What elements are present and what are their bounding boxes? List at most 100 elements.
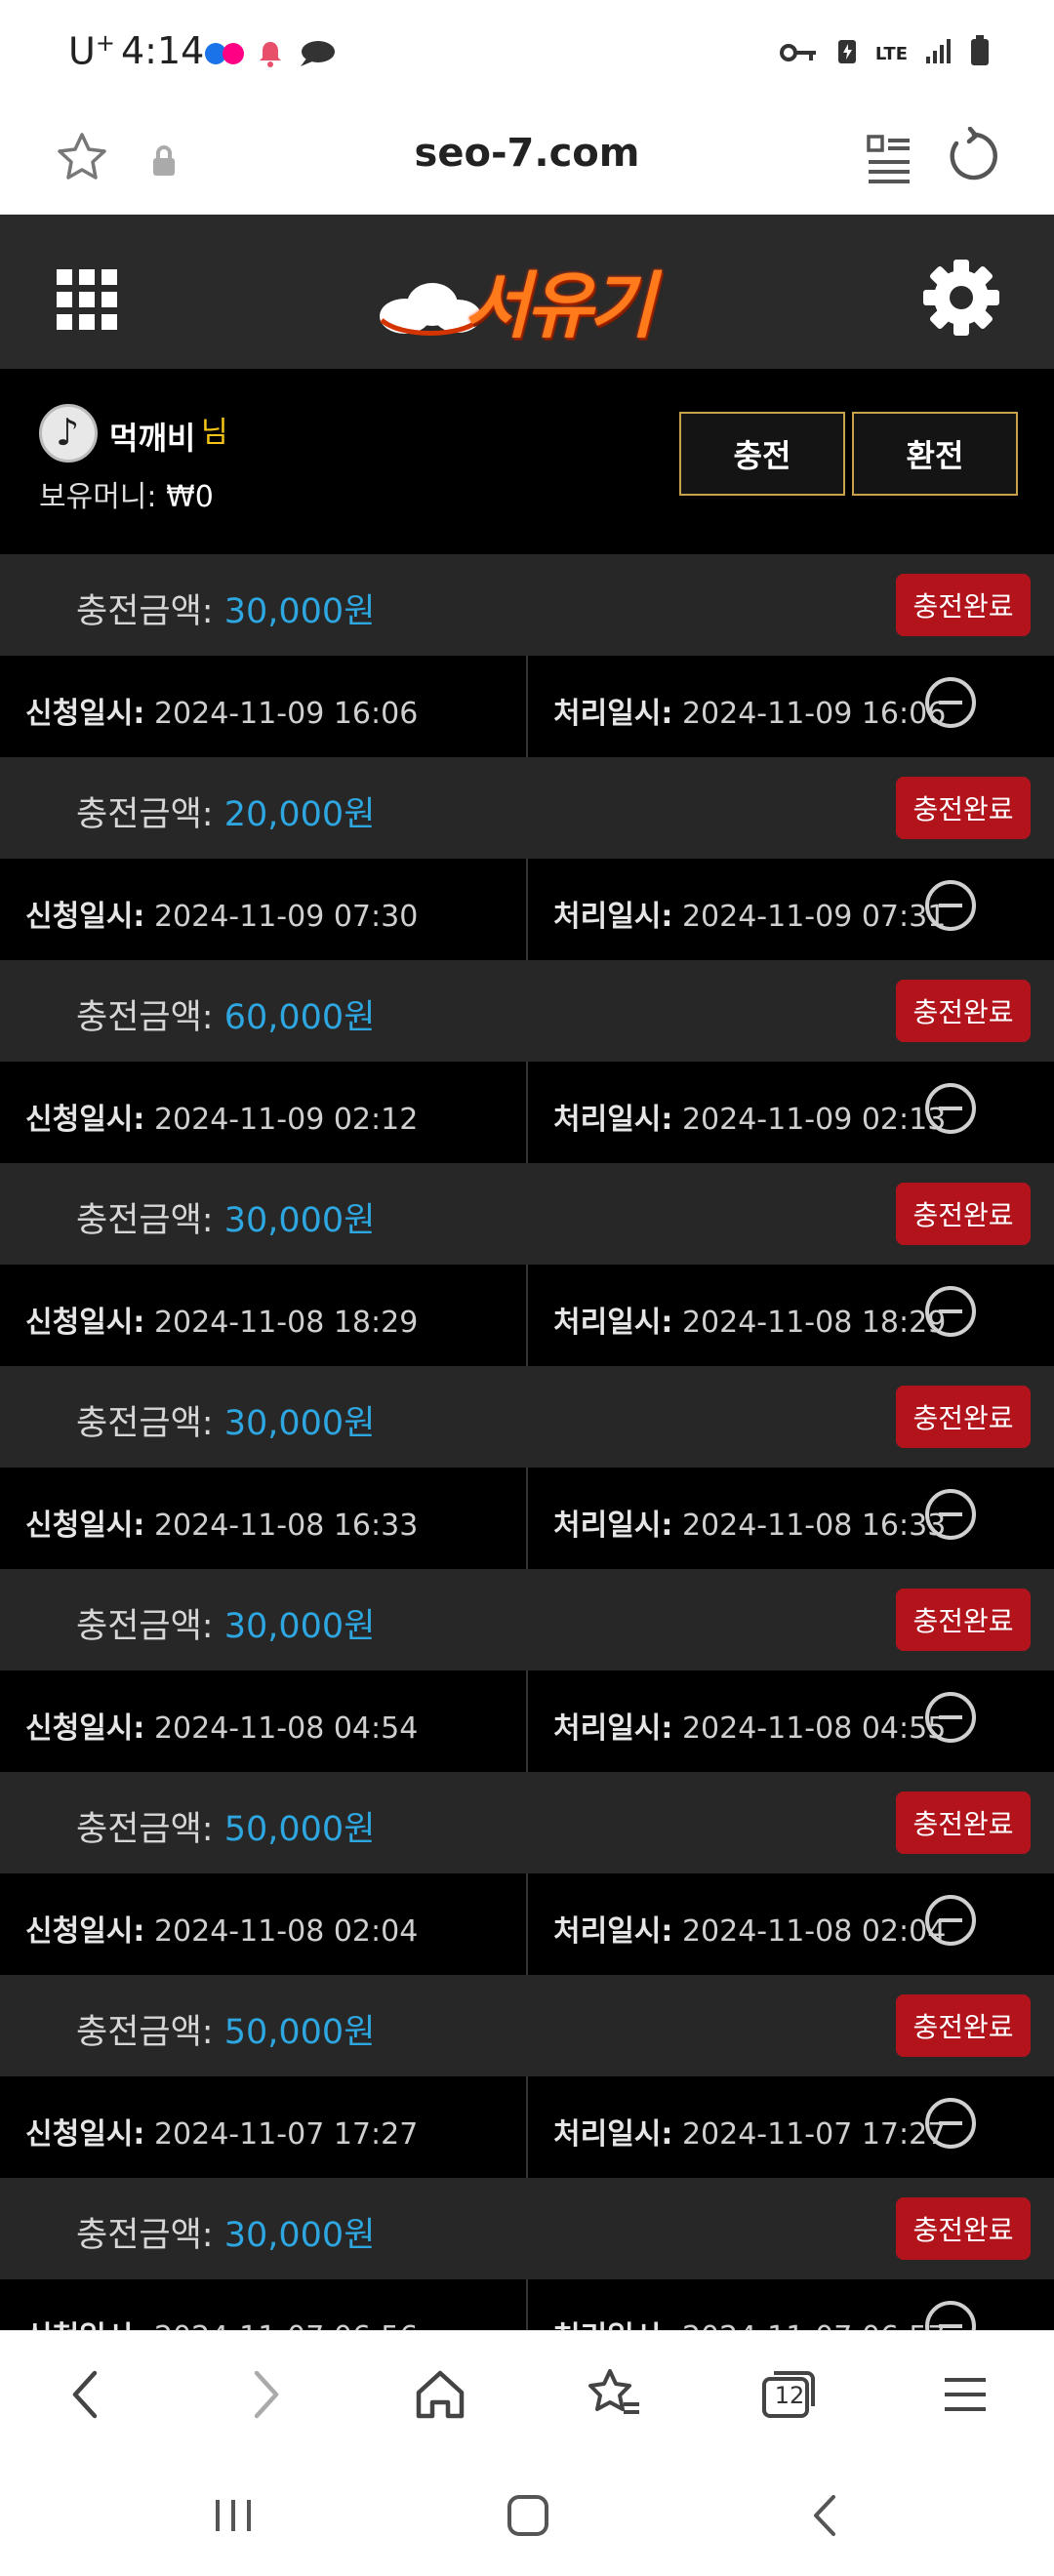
honorific: 님: [201, 416, 228, 450]
request-date: 2024-11-09 02:12: [153, 1103, 419, 1137]
list-item: 충전금액: 50,000원 충전완료 신청일시: 2024-11-08 02:0…: [0, 1772, 1054, 1975]
request-date-cell: 신청일시: 2024-11-09 02:12: [0, 1062, 526, 1163]
balance: 보유머니: ₩0: [39, 472, 214, 515]
request-date-cell: 신청일시: 2024-11-09 07:30: [0, 859, 526, 960]
process-date-cell: 처리일시: 2024-11-08 16:33: [526, 1468, 1054, 1569]
back-nav-icon[interactable]: [790, 2486, 859, 2545]
network-type: LTE: [874, 43, 908, 64]
amount-value: 30,000: [223, 1201, 345, 1240]
date-row: 신청일시: 2024-11-09 07:30 처리일시: 2024-11-09 …: [0, 859, 1054, 960]
home-icon[interactable]: [406, 2360, 474, 2429]
request-label: 신청일시:: [25, 2320, 144, 2330]
request-date-cell: 신청일시: 2024-11-08 02:04: [0, 1873, 526, 1975]
status-badge: 충전완료: [896, 1994, 1031, 2057]
amount-label: 충전금액:: [76, 2216, 214, 2255]
collapse-minus-icon[interactable]: [925, 2098, 976, 2149]
status-badge: 충전완료: [896, 1183, 1031, 1245]
collapse-minus-icon[interactable]: [925, 1286, 976, 1337]
back-icon[interactable]: [51, 2360, 119, 2429]
amount-text: 충전금액: 50,000원: [76, 1801, 375, 1851]
amount-value: 30,000: [223, 592, 345, 631]
settings-gear-icon[interactable]: [921, 258, 1001, 342]
process-label: 처리일시:: [553, 1509, 673, 1543]
amount-unit: 원: [344, 592, 376, 631]
exchange-button[interactable]: 환전: [852, 412, 1018, 496]
amount-unit: 원: [344, 1607, 376, 1646]
date-row: 신청일시: 2024-11-07 17:27 처리일시: 2024-11-07 …: [0, 2076, 1054, 2178]
date-row: 신청일시: 2024-11-08 04:54 처리일시: 2024-11-08 …: [0, 1670, 1054, 1772]
amount-row: 충전금액: 60,000원 충전완료: [0, 960, 1054, 1062]
process-label: 처리일시:: [553, 1306, 673, 1340]
process-date: 2024-11-09 07:31: [681, 900, 947, 934]
status-badge: 충전완료: [896, 574, 1031, 636]
status-badge: 충전완료: [896, 980, 1031, 1042]
forward-icon[interactable]: [232, 2360, 301, 2429]
tabs-icon[interactable]: 12: [755, 2360, 824, 2429]
process-date: 2024-11-08 16:33: [681, 1509, 947, 1543]
process-date-cell: 처리일시: 2024-11-07 06:57: [526, 2279, 1054, 2330]
process-label: 처리일시:: [553, 1914, 673, 1949]
amount-label: 충전금액:: [76, 1201, 214, 1240]
grid-menu-icon[interactable]: [57, 269, 117, 330]
amount-row: 충전금액: 50,000원 충전완료: [0, 1975, 1054, 2076]
home-nav-icon[interactable]: [494, 2486, 562, 2545]
collapse-minus-icon[interactable]: [925, 1692, 976, 1743]
status-badge: 충전완료: [896, 1791, 1031, 1854]
date-row: 신청일시: 2024-11-08 18:29 처리일시: 2024-11-08 …: [0, 1265, 1054, 1366]
site-logo[interactable]: 서유기: [376, 240, 678, 348]
amount-text: 충전금액: 30,000원: [76, 2207, 375, 2257]
tabs-count: 12: [774, 2382, 805, 2409]
process-label: 처리일시:: [553, 1103, 673, 1137]
request-date-cell: 신청일시: 2024-11-07 06:56: [0, 2279, 526, 2330]
signal-icon: [925, 37, 953, 71]
request-date: 2024-11-08 04:54: [153, 1711, 419, 1746]
list-item: 충전금액: 20,000원 충전완료 신청일시: 2024-11-09 07:3…: [0, 757, 1054, 960]
collapse-minus-icon[interactable]: [925, 2301, 976, 2330]
battery-saver-icon: [836, 36, 858, 72]
reload-icon[interactable]: [947, 126, 1001, 189]
list-item: 충전금액: 30,000원 충전완료 신청일시: 2024-11-08 16:3…: [0, 1366, 1054, 1569]
request-label: 신청일시:: [25, 697, 145, 731]
amount-label: 충전금액:: [76, 1607, 214, 1646]
request-date: 2024-11-08 16:33: [153, 1509, 419, 1543]
charge-button[interactable]: 충전: [679, 412, 845, 496]
amount-row: 충전금액: 30,000원 충전완료: [0, 2178, 1054, 2279]
process-date-cell: 처리일시: 2024-11-09 02:13: [526, 1062, 1054, 1163]
date-row: 신청일시: 2024-11-08 02:04 처리일시: 2024-11-08 …: [0, 1873, 1054, 1975]
date-row: 신청일시: 2024-11-07 06:56 처리일시: 2024-11-07 …: [0, 2279, 1054, 2330]
amount-label: 충전금액:: [76, 795, 214, 834]
bookmarks-icon[interactable]: [580, 2360, 648, 2429]
process-date: 2024-11-08 18:29: [681, 1306, 947, 1340]
date-row: 신청일시: 2024-11-09 16:06 처리일시: 2024-11-09 …: [0, 656, 1054, 757]
status-badge: 충전완료: [896, 1589, 1031, 1651]
request-date-cell: 신청일시: 2024-11-08 16:33: [0, 1468, 526, 1569]
reader-mode-icon[interactable]: [865, 133, 913, 189]
request-date: 2024-11-07 17:27: [153, 2117, 419, 2152]
system-status-icons: LTE: [779, 35, 990, 73]
amount-row: 충전금액: 30,000원 충전완료: [0, 1366, 1054, 1468]
balance-label: 보유머니:: [39, 480, 157, 514]
recents-icon[interactable]: [199, 2486, 267, 2545]
collapse-minus-icon[interactable]: [925, 1083, 976, 1134]
menu-icon[interactable]: [931, 2360, 999, 2429]
request-date-cell: 신청일시: 2024-11-09 16:06: [0, 656, 526, 757]
amount-value: 50,000: [223, 2013, 345, 2052]
charge-history-list: 충전금액: 30,000원 충전완료 신청일시: 2024-11-09 16:0…: [0, 537, 1054, 2330]
request-date: 2024-11-09 07:30: [153, 900, 419, 934]
request-date-cell: 신청일시: 2024-11-08 04:54: [0, 1670, 526, 1772]
request-date: 2024-11-08 18:29: [153, 1306, 419, 1340]
amount-label: 충전금액:: [76, 998, 214, 1037]
notification-icons: [205, 39, 336, 72]
request-date: 2024-11-08 02:04: [153, 1914, 419, 1949]
process-date-cell: 처리일시: 2024-11-09 07:31: [526, 859, 1054, 960]
collapse-minus-icon[interactable]: [925, 880, 976, 931]
amount-unit: 원: [344, 2216, 376, 2255]
collapse-minus-icon[interactable]: [925, 677, 976, 728]
key-icon: [779, 38, 819, 70]
amount-text: 충전금액: 30,000원: [76, 584, 375, 633]
request-label: 신청일시:: [25, 1509, 145, 1543]
amount-text: 충전금액: 30,000원: [76, 1598, 375, 1648]
collapse-minus-icon[interactable]: [925, 1489, 976, 1540]
carrier-label: U+: [68, 29, 115, 73]
collapse-minus-icon[interactable]: [925, 1895, 976, 1946]
